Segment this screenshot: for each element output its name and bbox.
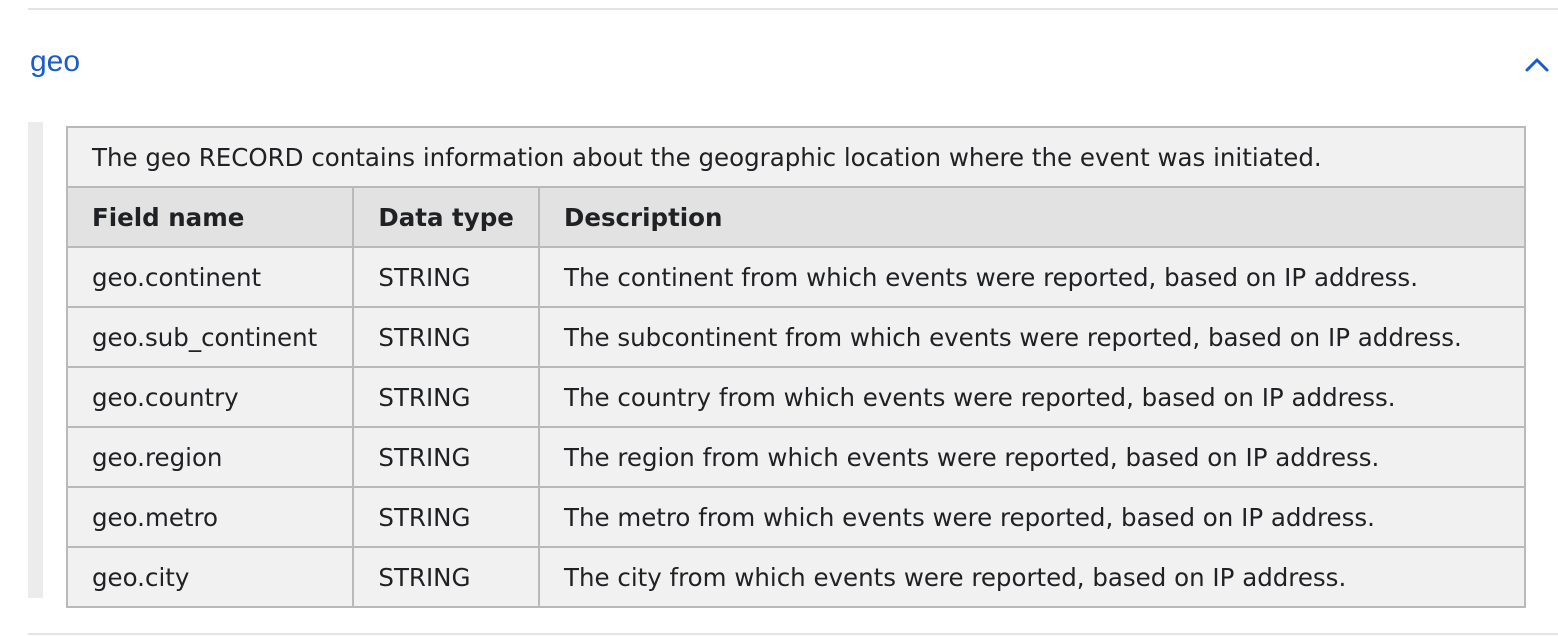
data-type-cell: STRING <box>352 486 540 548</box>
section-title: geo <box>30 45 81 78</box>
table-caption-row: The geo RECORD contains information abou… <box>66 126 1526 188</box>
geo-section-toggle[interactable]: geo <box>28 36 1558 92</box>
data-type-cell: STRING <box>352 306 540 368</box>
bottom-divider <box>28 633 1558 635</box>
table-row: geo.continent STRING The continent from … <box>65 246 1526 308</box>
field-name-cell: geo.sub_continent <box>65 306 355 368</box>
field-name-cell: geo.metro <box>65 486 355 548</box>
description-cell: The city from which events were reported… <box>538 546 1526 608</box>
section-indent-bar <box>28 122 43 598</box>
header-field-name: Field name <box>65 186 355 248</box>
header-data-type: Data type <box>352 186 540 248</box>
data-type-cell: STRING <box>352 366 540 428</box>
description-cell: The metro from which events were reporte… <box>538 486 1526 548</box>
table-row: geo.sub_continent STRING The subcontinen… <box>65 306 1526 368</box>
table-row: geo.metro STRING The metro from which ev… <box>65 486 1526 548</box>
field-name-cell: geo.country <box>65 366 355 428</box>
data-type-cell: STRING <box>352 246 540 308</box>
chevron-up-icon[interactable] <box>1522 50 1552 80</box>
description-cell: The country from which events were repor… <box>538 366 1526 428</box>
description-cell: The continent from which events were rep… <box>538 246 1526 308</box>
field-name-cell: geo.region <box>65 426 355 488</box>
table-row: geo.region STRING The region from which … <box>65 426 1526 488</box>
table-header-row: Field name Data type Description <box>65 186 1526 248</box>
description-cell: The subcontinent from which events were … <box>538 306 1526 368</box>
header-description: Description <box>538 186 1526 248</box>
table-caption: The geo RECORD contains information abou… <box>66 126 1526 188</box>
description-cell: The region from which events were report… <box>538 426 1526 488</box>
table-row: geo.city STRING The city from which even… <box>65 546 1526 608</box>
field-name-cell: geo.city <box>65 546 355 608</box>
data-type-cell: STRING <box>352 546 540 608</box>
geo-fields-table: The geo RECORD contains information abou… <box>65 126 1526 608</box>
top-divider <box>28 8 1558 10</box>
field-name-cell: geo.continent <box>65 246 355 308</box>
table-row: geo.country STRING The country from whic… <box>65 366 1526 428</box>
data-type-cell: STRING <box>352 426 540 488</box>
